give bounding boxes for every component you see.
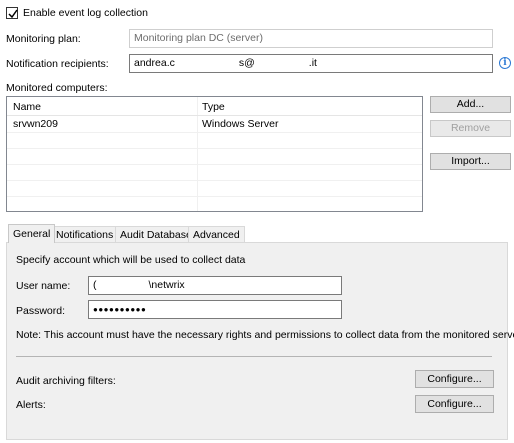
account-intro-text: Specify account which will be used to co… — [16, 254, 246, 266]
recipient-prefix: andrea.c — [134, 57, 175, 69]
row-gridline — [7, 180, 422, 181]
tab-notifications[interactable]: Notifications — [51, 226, 119, 243]
notification-recipients-label: Notification recipients: — [6, 58, 109, 70]
column-header-type[interactable]: Type — [202, 101, 225, 113]
tab-general[interactable]: General — [8, 224, 56, 243]
permissions-note: Note: This account must have the necessa… — [16, 329, 514, 341]
column-header-name[interactable]: Name — [13, 101, 41, 113]
row-gridline — [7, 132, 422, 133]
row-name: srvwn209 — [13, 118, 58, 130]
password-field[interactable]: ●●●●●●●●●● — [88, 300, 342, 319]
monitored-computers-label: Monitored computers: — [6, 82, 108, 94]
table-row[interactable]: srvwn209 Windows Server — [7, 116, 422, 132]
configure-archiving-button[interactable]: Configure... — [415, 370, 494, 388]
row-gridline — [7, 196, 422, 197]
import-button[interactable]: Import... — [430, 153, 511, 170]
recipient-mid: s@ — [238, 57, 255, 69]
enable-event-log-checkbox[interactable] — [6, 7, 18, 19]
monitoring-plan-field: Monitoring plan DC (server) — [129, 29, 493, 48]
remove-button[interactable]: Remove — [430, 120, 511, 137]
row-type: Windows Server — [202, 118, 279, 130]
alerts-label: Alerts: — [16, 399, 46, 411]
monitored-computers-list[interactable]: Name Type srvwn209 Windows Server — [6, 96, 423, 212]
tab-audit-database[interactable]: Audit Database — [115, 226, 197, 243]
row-gridline — [7, 148, 422, 149]
audit-archiving-filters-label: Audit archiving filters: — [16, 375, 116, 387]
username-label: User name: — [16, 280, 71, 292]
username-suffix: \netwrix — [148, 279, 185, 291]
add-button[interactable]: Add... — [430, 96, 511, 113]
configure-alerts-button[interactable]: Configure... — [415, 395, 494, 413]
tab-advanced[interactable]: Advanced — [188, 226, 245, 243]
checkmark-icon — [8, 9, 18, 19]
username-field[interactable]: ( \netwrix — [88, 276, 342, 295]
info-icon[interactable]: i — [499, 57, 511, 69]
recipient-suffix: .it — [308, 57, 317, 69]
password-label: Password: — [16, 305, 66, 317]
notification-recipients-field[interactable]: andrea.c s@ .it — [129, 54, 493, 73]
username-prefix: ( — [93, 279, 97, 291]
section-separator — [16, 356, 492, 357]
row-gridline — [7, 164, 422, 165]
enable-event-log-label: Enable event log collection — [23, 7, 148, 19]
monitoring-plan-label: Monitoring plan: — [6, 33, 81, 45]
